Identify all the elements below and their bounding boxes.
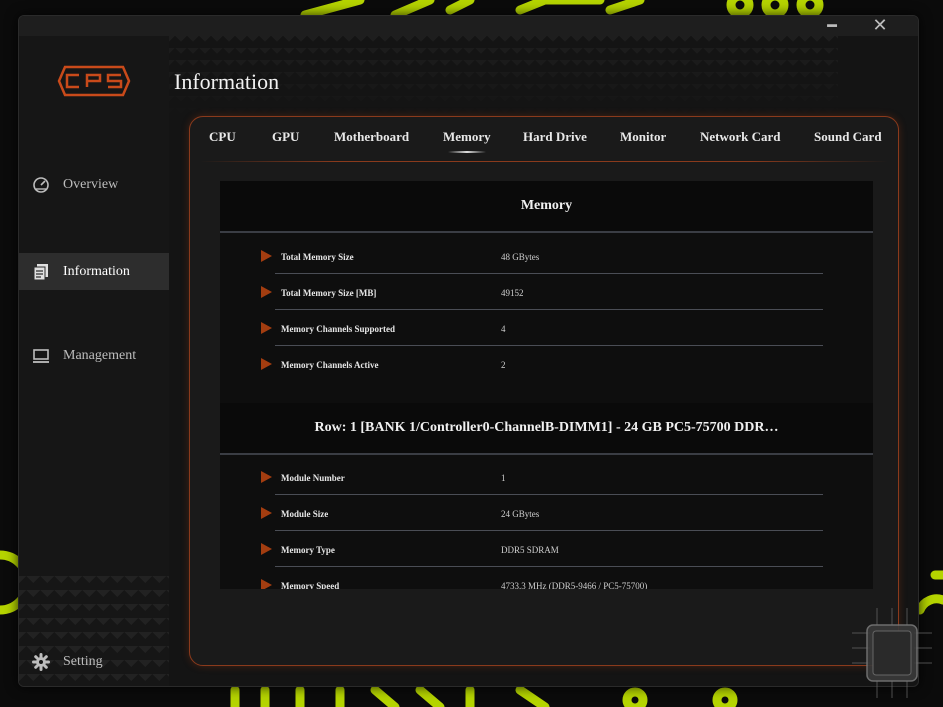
row-key: Module Number xyxy=(281,473,345,483)
sidebar-item-overview[interactable]: Overview xyxy=(19,166,169,203)
tab-cpu[interactable]: CPU xyxy=(209,129,236,145)
page-title: Information xyxy=(174,69,280,94)
table-row: Memory Type DDR5 SDRAM xyxy=(258,532,824,568)
row-value: DDR5 SDRAM xyxy=(501,545,559,555)
row-value: 24 GBytes xyxy=(501,509,540,519)
row-key: Memory Type xyxy=(281,545,335,555)
row-value: 4 xyxy=(501,324,506,334)
tab-gpu[interactable]: GPU xyxy=(272,129,299,145)
row-arrow-icon xyxy=(261,322,272,334)
table-row: Total Memory Size 48 GBytes xyxy=(258,239,824,275)
row-key: Module Size xyxy=(281,509,329,519)
row-value: 49152 xyxy=(501,288,524,298)
row-divider xyxy=(275,309,823,310)
section-divider xyxy=(220,453,873,455)
title-bar[interactable]: ━ ✕ xyxy=(19,16,918,36)
row-value: 1 xyxy=(501,473,506,483)
row-divider xyxy=(275,273,823,274)
row-divider xyxy=(275,566,823,567)
sidebar-item-label: Management xyxy=(63,347,137,363)
sidebar-item-label: Setting xyxy=(63,653,103,669)
row-key: Memory Channels Supported xyxy=(281,324,396,334)
app-window: ━ ✕ Overview Information Management Sett… xyxy=(18,15,919,687)
row-arrow-icon xyxy=(261,358,272,370)
row-value: 4733.3 MHz (DDR5-9466 / PC5-75700) xyxy=(501,581,648,589)
cps-logo xyxy=(57,65,131,97)
tab-sound-card[interactable]: Sound Card xyxy=(814,129,882,145)
row-arrow-icon xyxy=(261,579,272,589)
monitor-icon xyxy=(33,348,49,363)
tab-memory[interactable]: Memory xyxy=(443,129,491,153)
sidebar-item-management[interactable]: Management xyxy=(19,337,169,374)
document-icon xyxy=(33,263,48,280)
info-panel: CPU GPU Motherboard Memory Hard Drive Mo… xyxy=(189,116,899,666)
section-title-memory: Memory xyxy=(220,181,873,231)
section-divider xyxy=(220,231,873,233)
row-key: Memory Channels Active xyxy=(281,360,379,370)
table-row: Module Number 1 xyxy=(258,460,824,496)
table-row: Module Size 24 GBytes xyxy=(258,496,824,532)
chip-watermark-icon xyxy=(852,608,932,698)
row-value: 48 GBytes xyxy=(501,252,540,262)
table-row: Total Memory Size [MB] 49152 xyxy=(258,275,824,311)
row-key: Total Memory Size xyxy=(281,252,354,262)
row-value: 2 xyxy=(501,360,506,370)
section-title-module: Row: 1 [BANK 1/Controller0-ChannelB-DIMM… xyxy=(220,403,873,453)
sidebar-item-setting[interactable]: Setting xyxy=(19,643,169,680)
minimize-button[interactable]: ━ xyxy=(819,16,845,36)
tabs-divider xyxy=(200,161,888,162)
row-arrow-icon xyxy=(261,543,272,555)
row-divider xyxy=(275,530,823,531)
row-key: Total Memory Size [MB] xyxy=(281,288,377,298)
row-arrow-icon xyxy=(261,250,272,262)
sidebar-item-label: Overview xyxy=(63,176,119,192)
row-key: Memory Speed xyxy=(281,581,340,589)
speedometer-icon xyxy=(33,176,49,193)
gear-icon xyxy=(32,652,50,671)
tab-motherboard[interactable]: Motherboard xyxy=(334,129,409,145)
tab-hard-drive[interactable]: Hard Drive xyxy=(523,129,587,145)
sidebar-item-information[interactable]: Information xyxy=(19,253,169,290)
sidebar-item-label: Information xyxy=(63,263,130,279)
row-arrow-icon xyxy=(261,507,272,519)
row-arrow-icon xyxy=(261,471,272,483)
tab-network-card[interactable]: Network Card xyxy=(700,129,781,145)
row-arrow-icon xyxy=(261,286,272,298)
details-scroll-area[interactable]: Memory Total Memory Size 48 GBytes Total… xyxy=(220,181,873,589)
table-row: Memory Speed 4733.3 MHz (DDR5-9466 / PC5… xyxy=(258,568,824,589)
row-divider xyxy=(275,494,823,495)
table-row: Memory Channels Active 2 xyxy=(258,347,824,383)
tab-monitor[interactable]: Monitor xyxy=(620,129,666,145)
sidebar: Overview Information Management Setting xyxy=(19,36,169,686)
close-button[interactable]: ✕ xyxy=(867,16,893,36)
row-divider xyxy=(275,345,823,346)
table-row: Memory Channels Supported 4 xyxy=(258,311,824,347)
tab-bar: CPU GPU Motherboard Memory Hard Drive Mo… xyxy=(190,117,898,157)
